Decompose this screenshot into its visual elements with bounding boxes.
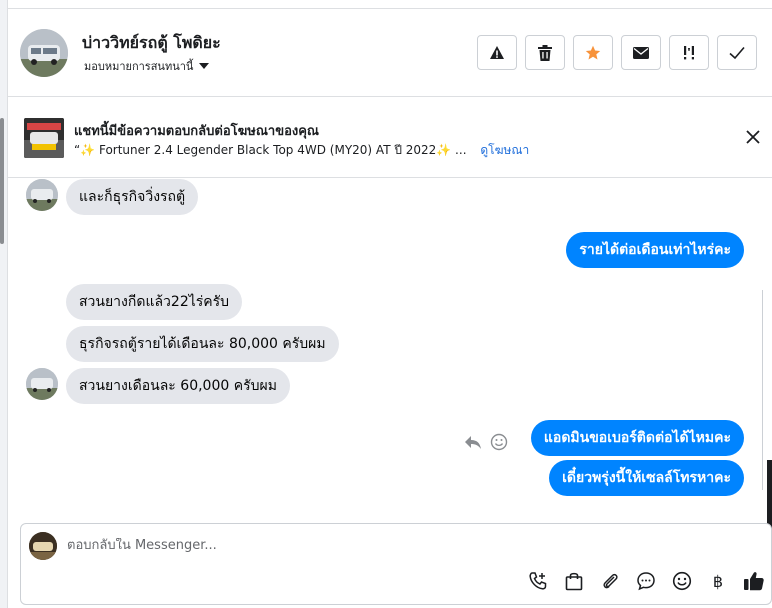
ad-banner-title: แชทนี้มีข้อความตอบกลับต่อโฆษณาของคุณ — [74, 124, 319, 139]
ad-banner-subtitle: “✨ Fortuner 2.4 Legender Black Top 4WD (… — [74, 141, 529, 160]
message-bubble-outgoing[interactable]: เดี๋ยวพรุ่งนี้ให้เซลล์โทรหาคะ — [549, 460, 744, 496]
thumbs-up-icon — [744, 572, 764, 591]
page-avatar — [29, 532, 57, 560]
payment-button[interactable]: ฿ — [707, 570, 729, 592]
emoji-icon — [672, 571, 692, 591]
ad-reply-banner: แชทนี้มีข้อความตอบกลับต่อโฆษณาของคุณ “✨ … — [8, 98, 772, 178]
contact-avatar-small[interactable] — [26, 368, 58, 400]
message-bubble-incoming[interactable]: สวนยางเดือนละ 60,000 ครับผม — [66, 368, 290, 404]
follow-up-icon — [684, 45, 694, 59]
delete-button[interactable] — [525, 35, 565, 70]
side-panel-edge — [762, 290, 772, 580]
header-actions — [477, 35, 757, 70]
message-bubble-outgoing[interactable]: แอดมินขอเบอร์ติดต่อได้ไหมคะ — [530, 420, 744, 456]
follow-up-button[interactable] — [669, 35, 709, 70]
view-ad-link[interactable]: ดูโฆษณา — [480, 143, 529, 157]
message-bubble-incoming[interactable]: ธุรกิจรถตู้รายได้เดือนละ 80,000 ครับผม — [66, 326, 339, 362]
left-scroll-rail[interactable] — [0, 0, 8, 608]
emoji-reaction-icon[interactable] — [490, 433, 508, 451]
message-bubble-outgoing[interactable]: รายได้ต่อเดือนเท่าไหร่คะ — [566, 232, 744, 268]
message-hover-tools — [464, 433, 508, 451]
paperclip-icon — [603, 573, 618, 589]
ad-thumbnail[interactable] — [24, 118, 64, 158]
contact-avatar-small[interactable] — [26, 179, 58, 211]
mark-unread-button[interactable] — [621, 35, 661, 70]
reply-input[interactable] — [67, 538, 667, 553]
assign-label: มอบหมายการสนทนานี้ — [84, 60, 194, 73]
trash-icon — [538, 44, 552, 61]
star-button[interactable] — [573, 35, 613, 70]
contact-avatar[interactable] — [20, 29, 68, 77]
message-bubble-incoming[interactable]: สวนยางกีดแล้ว22ไร่ครับ — [66, 284, 243, 320]
message-bubble-incoming[interactable]: และก็ธุรกิจวิ่งรถตู้ — [66, 179, 199, 215]
shop-button[interactable] — [563, 570, 585, 592]
star-icon — [585, 45, 601, 59]
envelope-icon — [633, 46, 649, 59]
baht-icon: ฿ — [712, 571, 724, 591]
conversation-header: บ่าววิทย์รถตู้ โพดิยะ มอบหมายการสนทนานี้ — [8, 9, 772, 97]
bag-icon — [565, 572, 583, 591]
ad-caption: “✨ Fortuner 2.4 Legender Black Top 4WD (… — [74, 143, 467, 157]
phone-plus-icon — [529, 572, 547, 590]
contact-name[interactable]: บ่าววิทย์รถตู้ โพดิยะ — [82, 31, 221, 56]
composer-toolbar: ฿ — [527, 570, 765, 592]
scrollbar-thumb[interactable] — [0, 118, 4, 244]
saved-reply-button[interactable] — [635, 570, 657, 592]
chat-bubble-icon — [637, 572, 655, 591]
assign-conversation-dropdown[interactable]: มอบหมายการสนทนานี้ — [84, 57, 210, 75]
call-button[interactable] — [527, 570, 549, 592]
warning-icon — [490, 45, 504, 59]
mark-spam-button[interactable] — [477, 35, 517, 70]
reply-composer: ฿ — [20, 523, 772, 605]
check-icon — [729, 46, 745, 59]
reply-icon[interactable] — [464, 433, 482, 451]
caret-down-icon — [199, 63, 210, 69]
close-icon[interactable] — [744, 128, 762, 146]
like-button[interactable] — [743, 570, 765, 592]
mark-done-button[interactable] — [717, 35, 757, 70]
emoji-button[interactable] — [671, 570, 693, 592]
attach-button[interactable] — [599, 570, 621, 592]
